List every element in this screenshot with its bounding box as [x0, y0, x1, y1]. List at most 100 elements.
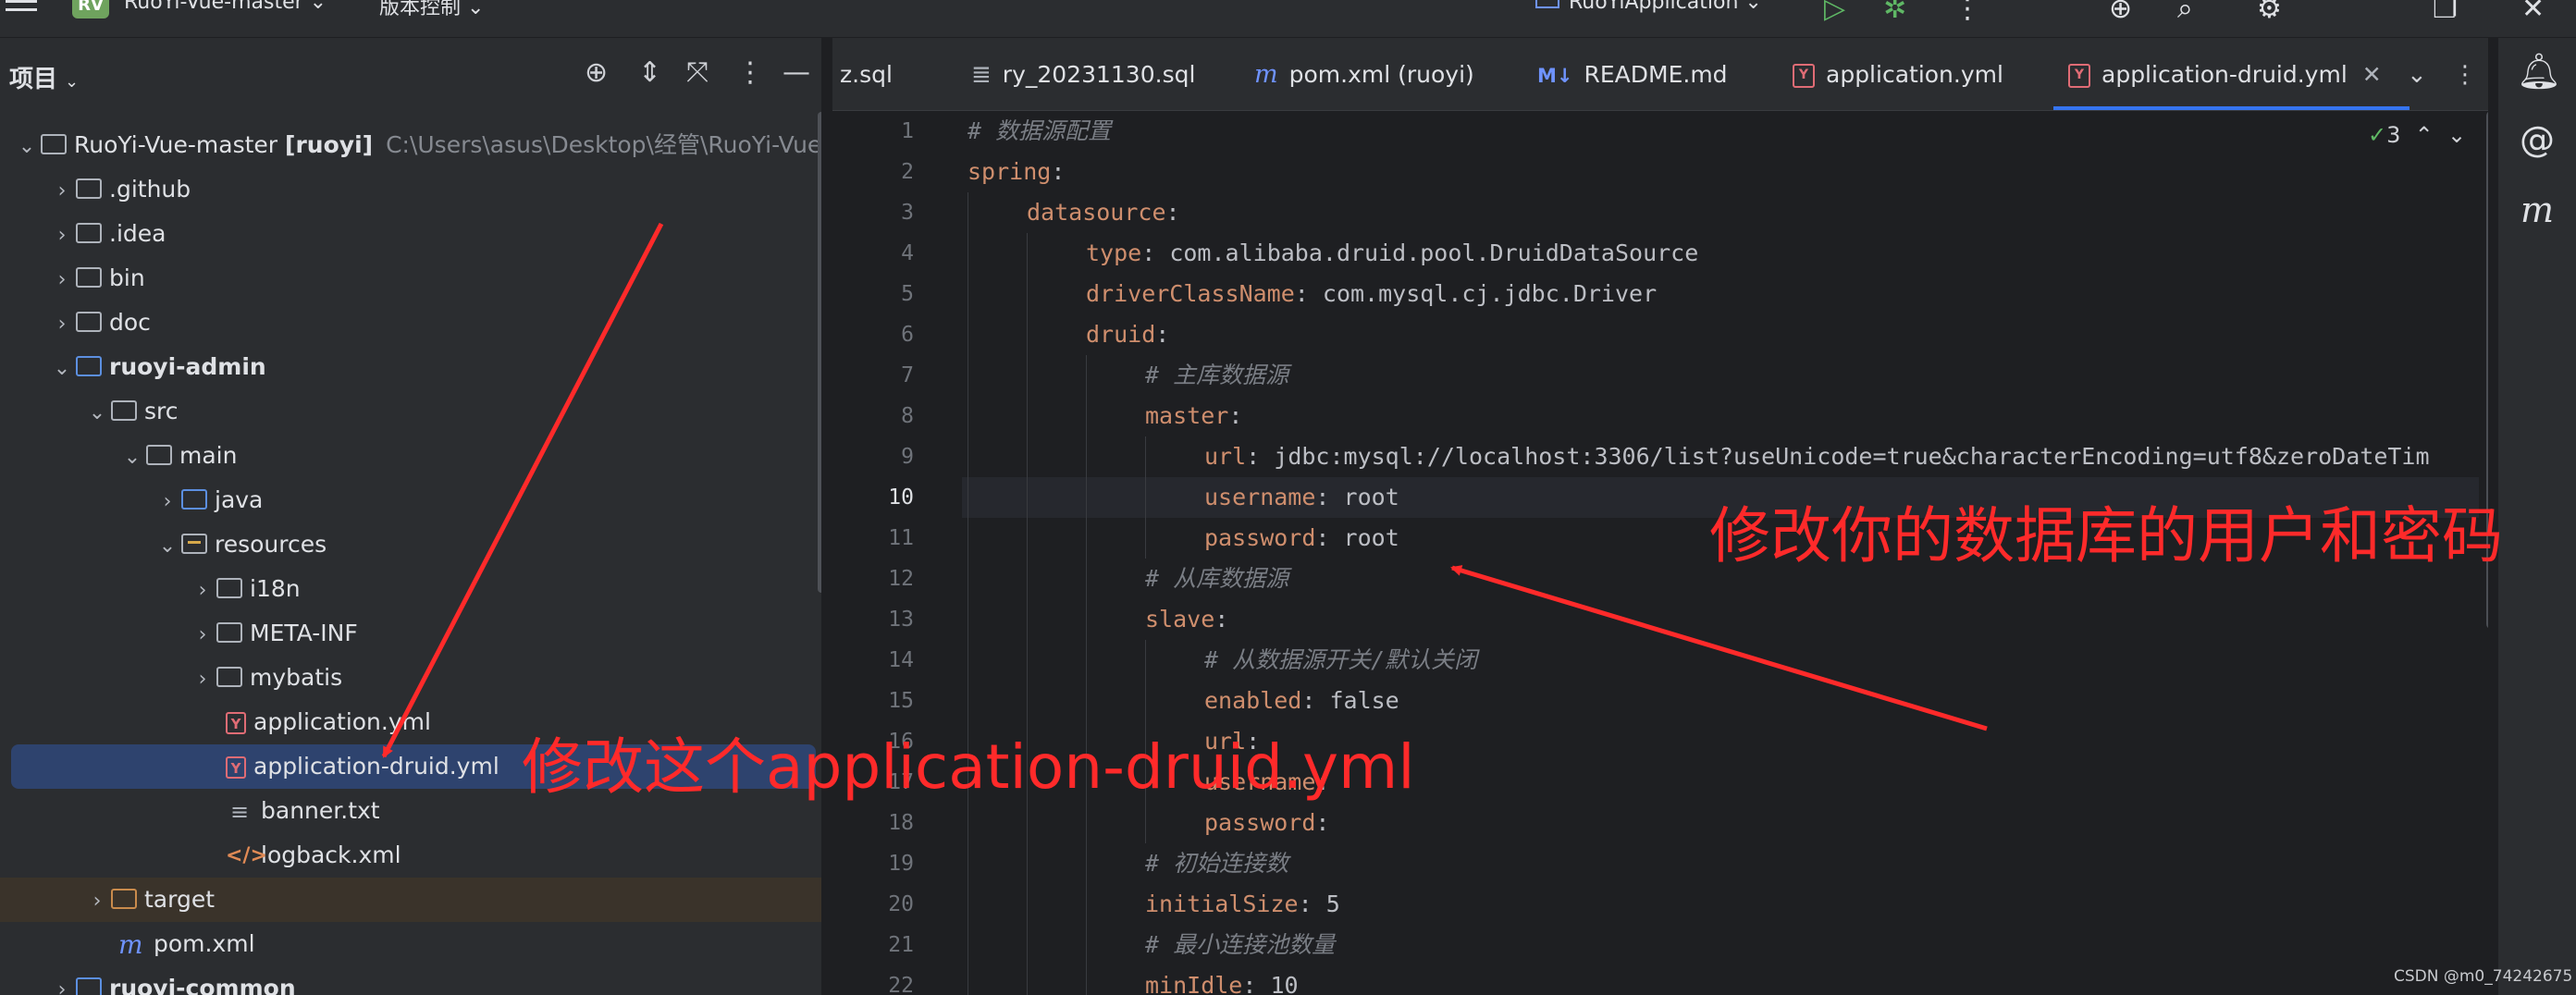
chevron-right-icon[interactable]: › [154, 480, 181, 524]
code-line[interactable]: # 初始连接数 [962, 843, 2479, 884]
hide-panel-icon[interactable]: — [783, 56, 810, 89]
code-line[interactable]: url: jdbc:mysql://localhost:3306/list?us… [962, 436, 2479, 477]
close-tab-icon[interactable]: ✕ [2362, 61, 2382, 88]
locate-icon[interactable]: ⊕ [585, 56, 608, 89]
tree-item-meta-inf[interactable]: › META-INF [0, 611, 821, 656]
code-line[interactable]: enabled: false [962, 681, 2479, 721]
tab-ry-sql[interactable]: ≣ ry_20231130.sql [971, 38, 1195, 110]
chevron-down-icon[interactable]: ⌄ [2447, 122, 2466, 148]
code-line[interactable]: minIdle: 10 [962, 965, 2479, 995]
code-line[interactable]: initialSize: 5 [962, 884, 2479, 925]
tree-item-github[interactable]: › .github [0, 167, 821, 212]
more-icon[interactable]: ⋮ [1954, 0, 1981, 25]
tree-item-resources[interactable]: ⌄ resources [0, 522, 821, 567]
chevron-right-icon[interactable]: › [83, 879, 111, 924]
code-line[interactable]: datasource: [962, 192, 2479, 233]
close-window-icon[interactable]: ✕ [2521, 0, 2545, 25]
tab-readme[interactable]: M↓ README.md [1537, 38, 1728, 110]
chevron-right-icon[interactable]: › [189, 657, 216, 702]
restore-window-icon[interactable]: ❐ [2433, 0, 2458, 25]
indent-guide [1086, 355, 1087, 396]
expand-all-icon[interactable]: ⇕ [638, 56, 661, 89]
project-selector[interactable]: RuoYi-Vue-master ⌄ [124, 0, 327, 14]
code-line[interactable]: type: com.alibaba.druid.pool.DruidDataSo… [962, 233, 2479, 274]
chevron-right-icon[interactable]: › [48, 968, 76, 995]
search-icon[interactable]: ⌕ [2177, 0, 2193, 25]
code-line[interactable]: # 数据源配置 [962, 111, 2479, 152]
tab-pom-xml[interactable]: m pom.xml (ruoyi) [1254, 38, 1474, 110]
tree-item-mybatis[interactable]: › mybatis [0, 656, 821, 700]
add-user-icon[interactable]: ⊕ [2109, 0, 2132, 25]
indent-guide [1027, 599, 1028, 640]
run-config-selector[interactable]: RuoYiApplication ⌄ [1535, 0, 1762, 14]
tab-application-druid-yml[interactable]: Yapplication-druid.yml ✕ [2053, 38, 2410, 110]
maven-icon[interactable]: m [2517, 190, 2558, 230]
indent-guide [1086, 436, 1087, 477]
chevron-down-icon[interactable]: ⌄ [13, 125, 41, 169]
yaml-file-icon: Y [226, 712, 246, 734]
main-menu-icon[interactable] [6, 0, 37, 15]
code-line[interactable]: druid: [962, 314, 2479, 355]
chevron-down-icon[interactable]: ⌄ [118, 436, 146, 480]
folder-icon [216, 622, 242, 643]
code-line[interactable]: password: [962, 803, 2479, 843]
editor-tabs: z.sql ≣ ry_20231130.sql m pom.xml (ruoyi) … [832, 38, 2488, 111]
yaml-value: false [1315, 687, 1399, 714]
tab-application-yml[interactable]: Yapplication.yml [1793, 38, 2003, 110]
tab-label: application-druid.yml [2101, 61, 2348, 88]
tree-item-target[interactable]: › target [0, 878, 821, 922]
project-tree-scrollbar[interactable] [818, 112, 821, 593]
chevron-right-icon[interactable]: › [48, 258, 76, 302]
code-line[interactable]: slave: [962, 599, 2479, 640]
code-line[interactable]: # 最小连接池数量 [962, 925, 2479, 965]
tab-z-sql[interactable]: z.sql [840, 38, 893, 110]
run-icon[interactable]: ▷ [1824, 0, 1845, 25]
tree-item-bin[interactable]: › bin [0, 256, 821, 301]
tree-item-label: mybatis [250, 664, 343, 691]
code-line[interactable]: # 主库数据源 [962, 355, 2479, 396]
line-number: 13 [888, 608, 914, 632]
debug-icon[interactable]: ✲ [1883, 0, 1906, 25]
tree-item-pom-xml[interactable]: m pom.xml [0, 922, 821, 966]
chevron-down-icon[interactable]: ⌄ [83, 391, 111, 436]
chevron-right-icon[interactable]: › [189, 569, 216, 613]
tree-item-java[interactable]: › java [0, 478, 821, 522]
collapse-all-icon[interactable]: ⤧ [686, 56, 709, 89]
project-view-selector[interactable]: 项目 ⌄ [9, 60, 79, 94]
tree-item-doc[interactable]: › doc [0, 301, 821, 345]
chevron-right-icon[interactable]: › [48, 169, 76, 214]
tab-list-chevron-icon[interactable]: ⌄ [2407, 38, 2427, 112]
code-line[interactable]: # 从数据源开关/默认关闭 [962, 640, 2479, 681]
tree-item-ruoyi-common[interactable]: › ruoyi-common [0, 966, 821, 995]
tree-item-i18n[interactable]: › i18n [0, 567, 821, 611]
code-line[interactable]: driverClassName: com.mysql.cj.jdbc.Drive… [962, 274, 2479, 314]
inspection-widget[interactable]: ✓3 ⌃ ⌄ [2368, 122, 2466, 148]
chevron-down-icon[interactable]: ⌄ [48, 347, 76, 391]
line-number-gutter: 1 2 3 4 5 6 7 8 9 10 11 12 13 14 15 16 17 18 19 20 21 22 [832, 111, 971, 995]
yaml-value: 10 [1256, 972, 1299, 995]
chevron-down-icon[interactable]: ⌄ [154, 524, 181, 569]
chevron-up-icon[interactable]: ⌃ [2415, 122, 2434, 148]
chevron-right-icon[interactable]: › [48, 214, 76, 258]
tree-item-main[interactable]: ⌄ main [0, 434, 821, 478]
tree-item-logback-xml[interactable]: </>logback.xml [0, 833, 821, 878]
chevron-right-icon[interactable]: › [189, 613, 216, 657]
tree-item-ruoyi-admin[interactable]: ⌄ ruoyi-admin [0, 345, 821, 389]
code-line[interactable]: master: [962, 396, 2479, 436]
resources-folder-icon [181, 534, 207, 554]
settings-icon[interactable]: ⚙ [2257, 0, 2282, 25]
tree-item-label: banner.txt [261, 797, 380, 824]
tab-options-icon[interactable]: ⋮ [2453, 38, 2477, 112]
notifications-icon[interactable]: 🔔︎ [2517, 51, 2561, 92]
tree-item-src[interactable]: ⌄ src [0, 389, 821, 434]
indent-guide [1086, 599, 1087, 640]
yaml-key: type [1086, 240, 1142, 266]
vcs-selector[interactable]: 版本控制 ⌄ [379, 0, 484, 20]
options-icon[interactable]: ⋮ [736, 56, 764, 89]
tree-item-root[interactable]: ⌄ RuoYi-Vue-master [ruoyi] C:\Users\asus\D… [0, 123, 821, 167]
code-line[interactable]: spring: [962, 152, 2479, 192]
chevron-down-icon: ⌄ [309, 0, 327, 14]
tree-item-idea[interactable]: › .idea [0, 212, 821, 256]
ai-assistant-icon[interactable]: @ [2517, 119, 2558, 160]
chevron-right-icon[interactable]: › [48, 302, 76, 347]
